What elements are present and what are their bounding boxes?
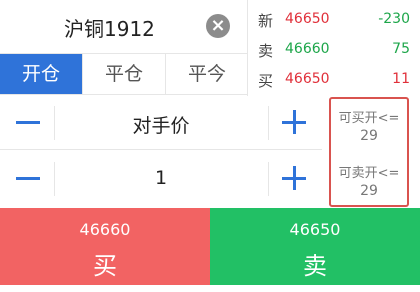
sell-open-limit-value: 29 [360,183,378,199]
price-increase-plus-icon[interactable] [282,110,306,134]
quantity-increase-plus-icon[interactable] [282,166,306,190]
divider [268,106,269,140]
quote-panel: 新 46650 -230 卖 46660 75 买 46650 11 [249,0,420,96]
quote-row-last: 新 46650 -230 [249,4,420,34]
tab-close[interactable]: 平仓 [83,54,166,94]
divider [268,162,269,196]
divider [54,162,55,196]
quote-label: 卖 [258,42,274,60]
buy-open-limit-label: 可买开<= [338,111,400,126]
sell-label: 卖 [303,252,327,280]
symbol-row[interactable]: 沪铜1912 × [0,0,248,52]
sell-button[interactable]: 46650 卖 [210,208,420,285]
quote-label: 买 [258,72,274,90]
buy-button[interactable]: 46660 买 [0,208,210,285]
divider [54,106,55,140]
order-type-tabs: 开仓 平仓 平今 [0,53,248,95]
clear-icon[interactable]: × [206,14,230,38]
tab-open[interactable]: 开仓 [0,54,83,94]
quantity-decrease-minus-icon[interactable] [16,166,40,190]
quote-volume: 75 [392,41,410,57]
open-limits-box: 可买开<= 29 可卖开<= 29 [329,97,409,207]
quote-row-bid: 买 46650 11 [249,64,420,94]
quote-price: 46650 [285,71,330,87]
sell-open-limit-label: 可卖开<= [338,166,400,181]
price-mode-row: 对手价 [0,96,322,150]
quote-price: 46650 [285,11,330,27]
sell-price: 46650 [289,220,341,239]
symbol-name[interactable]: 沪铜1912 [64,13,155,42]
price-mode-value[interactable]: 对手价 [56,111,266,138]
price-decrease-minus-icon[interactable] [16,110,40,134]
buy-open-limit-value: 29 [360,128,378,144]
buy-price: 46660 [79,220,131,239]
quote-price: 46660 [285,41,330,57]
quantity-value[interactable]: 1 [56,167,266,189]
order-header: 沪铜1912 × 开仓 平仓 平今 [0,0,248,96]
quantity-row: 1 [0,152,322,206]
quote-change: -230 [378,11,410,27]
order-controls: 对手价 1 [0,96,322,208]
buy-label: 买 [93,252,117,280]
tab-close-today[interactable]: 平今 [166,54,248,94]
quote-row-ask: 卖 46660 75 [249,34,420,64]
quote-volume: 11 [392,71,410,87]
quote-label: 新 [258,12,274,30]
